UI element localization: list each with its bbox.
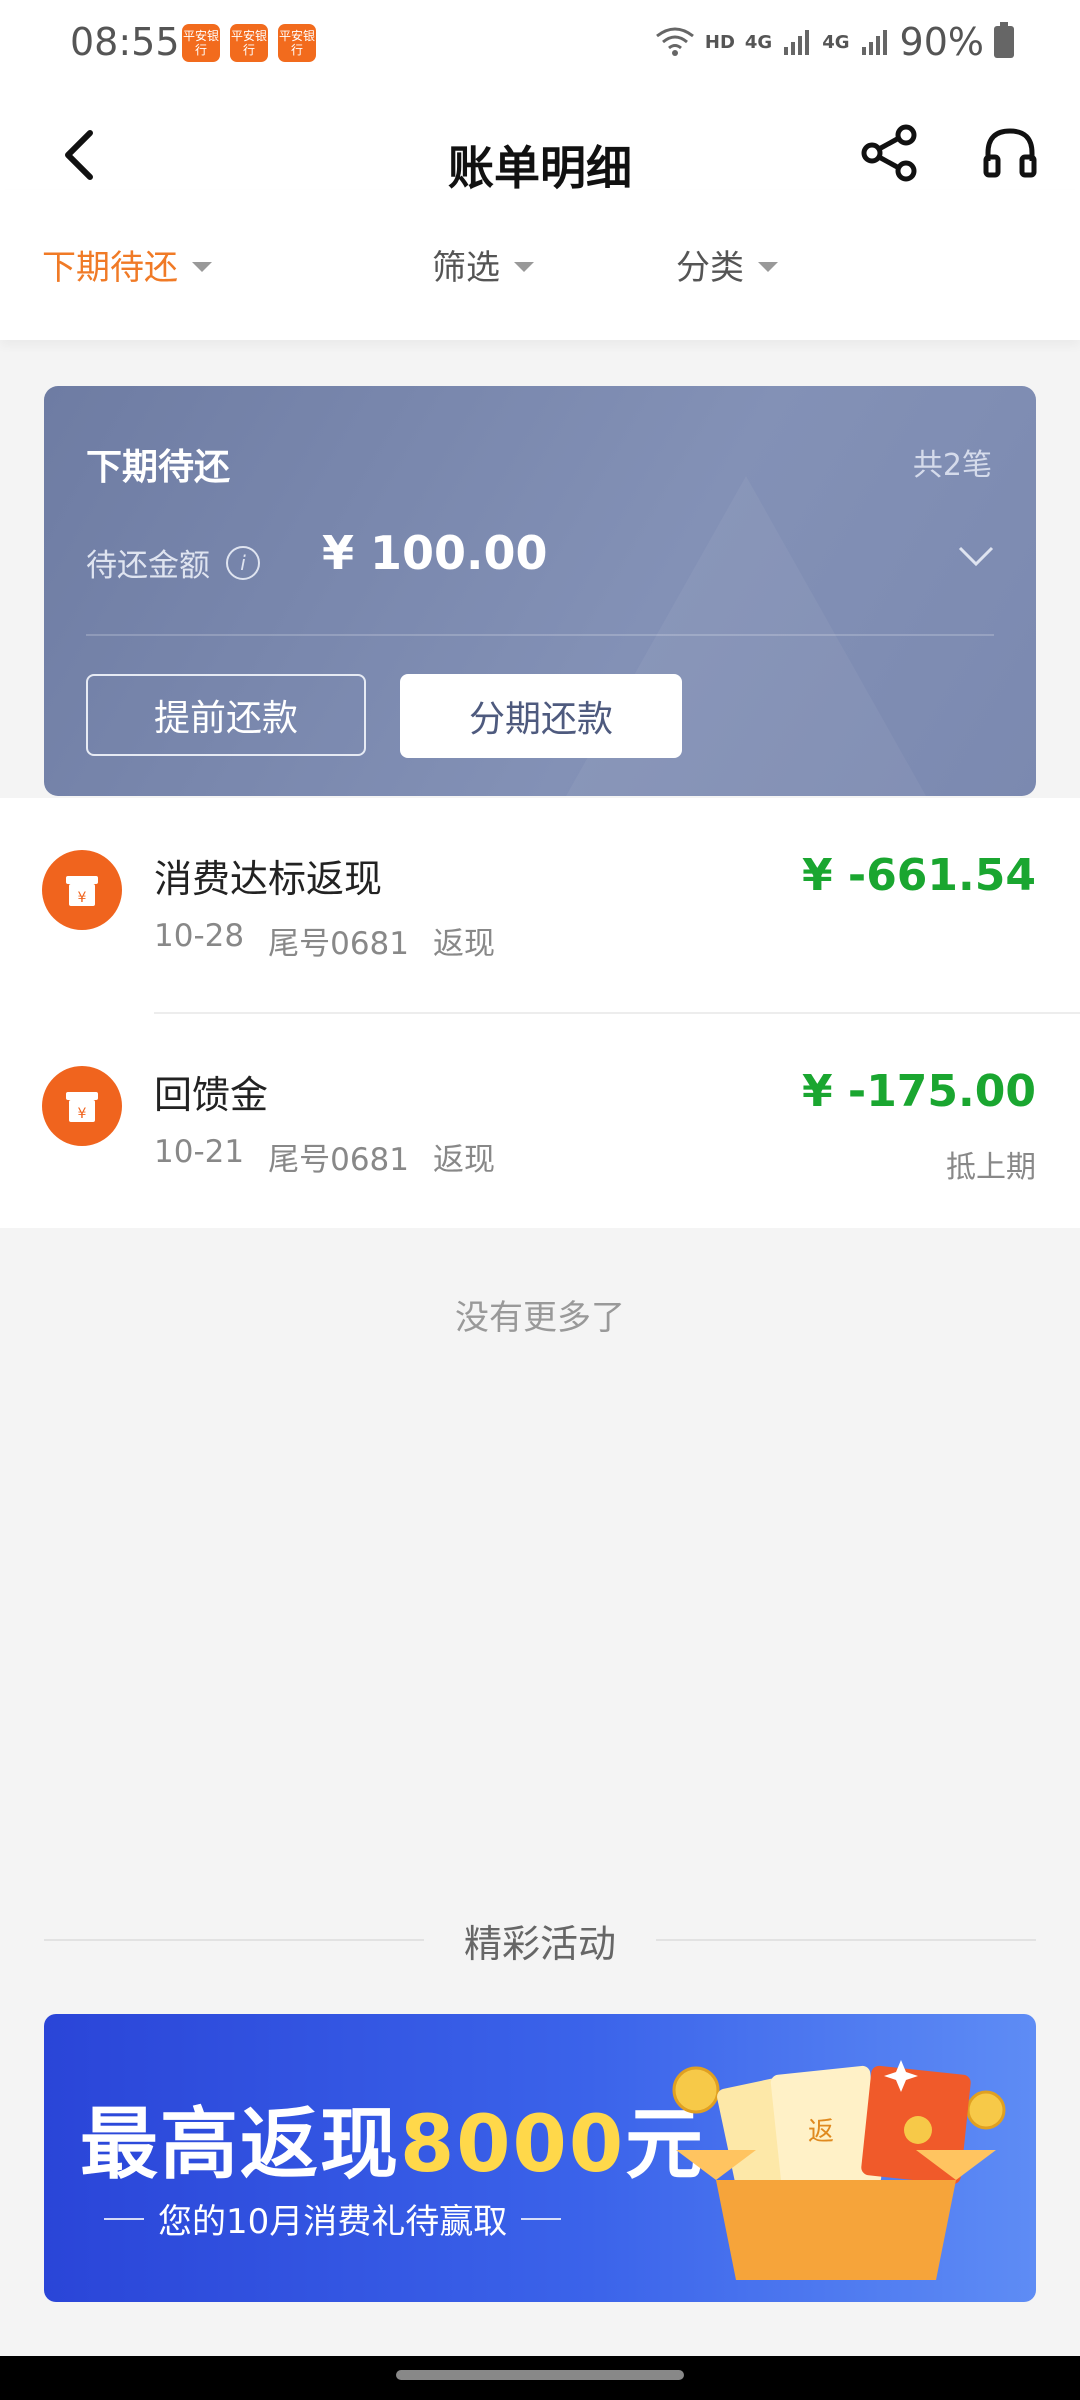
transaction-row[interactable]: ¥ 回馈金 10-21 尾号0681 返现 ¥ -175.00 抵上期 [42,1012,1080,1228]
transaction-date: 10-28 [154,918,245,954]
prepay-button[interactable]: 提前还款 [86,674,366,756]
filter-bar: 下期待还 筛选 分类 [0,190,1080,340]
customer-service-button[interactable] [970,108,1050,198]
transaction-card: 尾号0681 [268,1142,409,1178]
transaction-card: 尾号0681 [268,926,409,962]
hd-indicator: HD [704,31,735,53]
banner-subtitle-row: 您的10月消费礼待赢取 [104,2194,562,2243]
banner-headline: 最高返现8000元 [80,2082,705,2194]
cashback-icon: ¥ [42,1066,122,1146]
activities-title: 精彩活动 [464,1921,617,1966]
wifi-icon [655,27,694,56]
transaction-type: 返现 [433,926,495,962]
promo-banner[interactable]: 最高返现8000元 您的10月消费礼待赢取 返 [44,2014,1036,2302]
filter-label: 分类 [676,248,744,288]
battery-icon [994,22,1014,58]
filter-label: 筛选 [432,248,500,288]
share-button[interactable] [850,108,930,198]
amount-label-row: 待还金额 i [86,540,260,585]
svg-text:¥: ¥ [78,1106,87,1122]
activities-header: 精彩活动 [44,1912,1037,1968]
transaction-date: 10-21 [154,1134,245,1170]
signal-icon [861,30,887,55]
filter-next-due[interactable]: 下期待还 [42,240,212,289]
system-navigation-bar [0,2356,1080,2400]
transaction-amount: ¥ -661.54 [802,850,1036,901]
banner-highlight: 8000 [400,2100,626,2190]
status-time: 08:55 [70,20,180,64]
bank-app-icon: 平安银行 [278,24,316,62]
share-icon [861,124,917,182]
banner-subtitle: 您的10月消费礼待赢取 [158,2202,508,2242]
divider [44,1939,424,1941]
transaction-name: 消费达标返现 [154,857,383,901]
transaction-amount: ¥ -175.00 [802,1066,1036,1117]
gift-box-illustration: 返 [672,2060,1006,2280]
decor-dash [104,2217,144,2220]
summary-title: 下期待还 [86,447,231,488]
bank-app-icon: 平安银行 [182,24,220,62]
filter-category[interactable]: 分类 [676,240,778,289]
info-icon[interactable]: i [226,545,260,580]
decor-dash [521,2217,562,2220]
network-4g-label: 4G [744,31,773,53]
installment-button[interactable]: 分期还款 [400,674,682,758]
amount-label: 待还金额 [86,548,210,584]
transaction-note: 抵上期 [946,1150,1036,1185]
divider [86,634,994,636]
expand-button[interactable] [956,536,996,576]
transaction-name: 回馈金 [154,1073,269,1117]
bank-app-icon: 平安银行 [230,24,268,62]
home-gesture-bar[interactable] [396,2370,684,2380]
status-app-icons: 平安银行 平安银行 平安银行 [182,24,316,62]
transaction-row[interactable]: ¥ 消费达标返现 10-28 尾号0681 返现 ¥ -661.54 [0,798,1080,1012]
divider [656,1939,1037,1941]
art-label: 返 [808,2117,834,2147]
chevron-down-icon [958,546,994,567]
network-4g-label: 4G [822,31,850,53]
next-due-summary-card: 下期待还 共2笔 待还金额 i ¥ 100.00 提前还款 分期还款 [44,386,1036,796]
filter-label: 下期待还 [42,248,178,288]
transaction-type: 返现 [433,1142,495,1178]
filter-screen[interactable]: 筛选 [432,240,534,289]
signal-icon [784,30,810,55]
transaction-meta: 10-28 尾号0681 返现 [154,918,495,963]
status-indicators: HD 4G 4G 90% [655,20,1014,64]
no-more-text: 没有更多了 [455,1298,625,1338]
caret-down-icon [514,261,534,272]
battery-percent: 90% [899,20,984,64]
caret-down-icon [192,261,212,272]
summary-count: 共2笔 [912,448,992,483]
transaction-meta: 10-21 尾号0681 返现 [154,1134,495,1179]
svg-text:¥: ¥ [78,890,87,906]
status-bar: 08:55 平安银行 平安银行 平安银行 HD 4G 4G 90% [0,0,1080,88]
caret-down-icon [758,261,778,272]
transaction-list: ¥ 消费达标返现 10-28 尾号0681 返现 ¥ -661.54 ¥ 回馈金… [0,798,1080,1228]
cashback-icon: ¥ [42,850,122,930]
banner-prefix: 最高返现 [80,2100,401,2190]
headset-icon [983,128,1037,178]
amount-due: ¥ 100.00 [322,526,548,580]
